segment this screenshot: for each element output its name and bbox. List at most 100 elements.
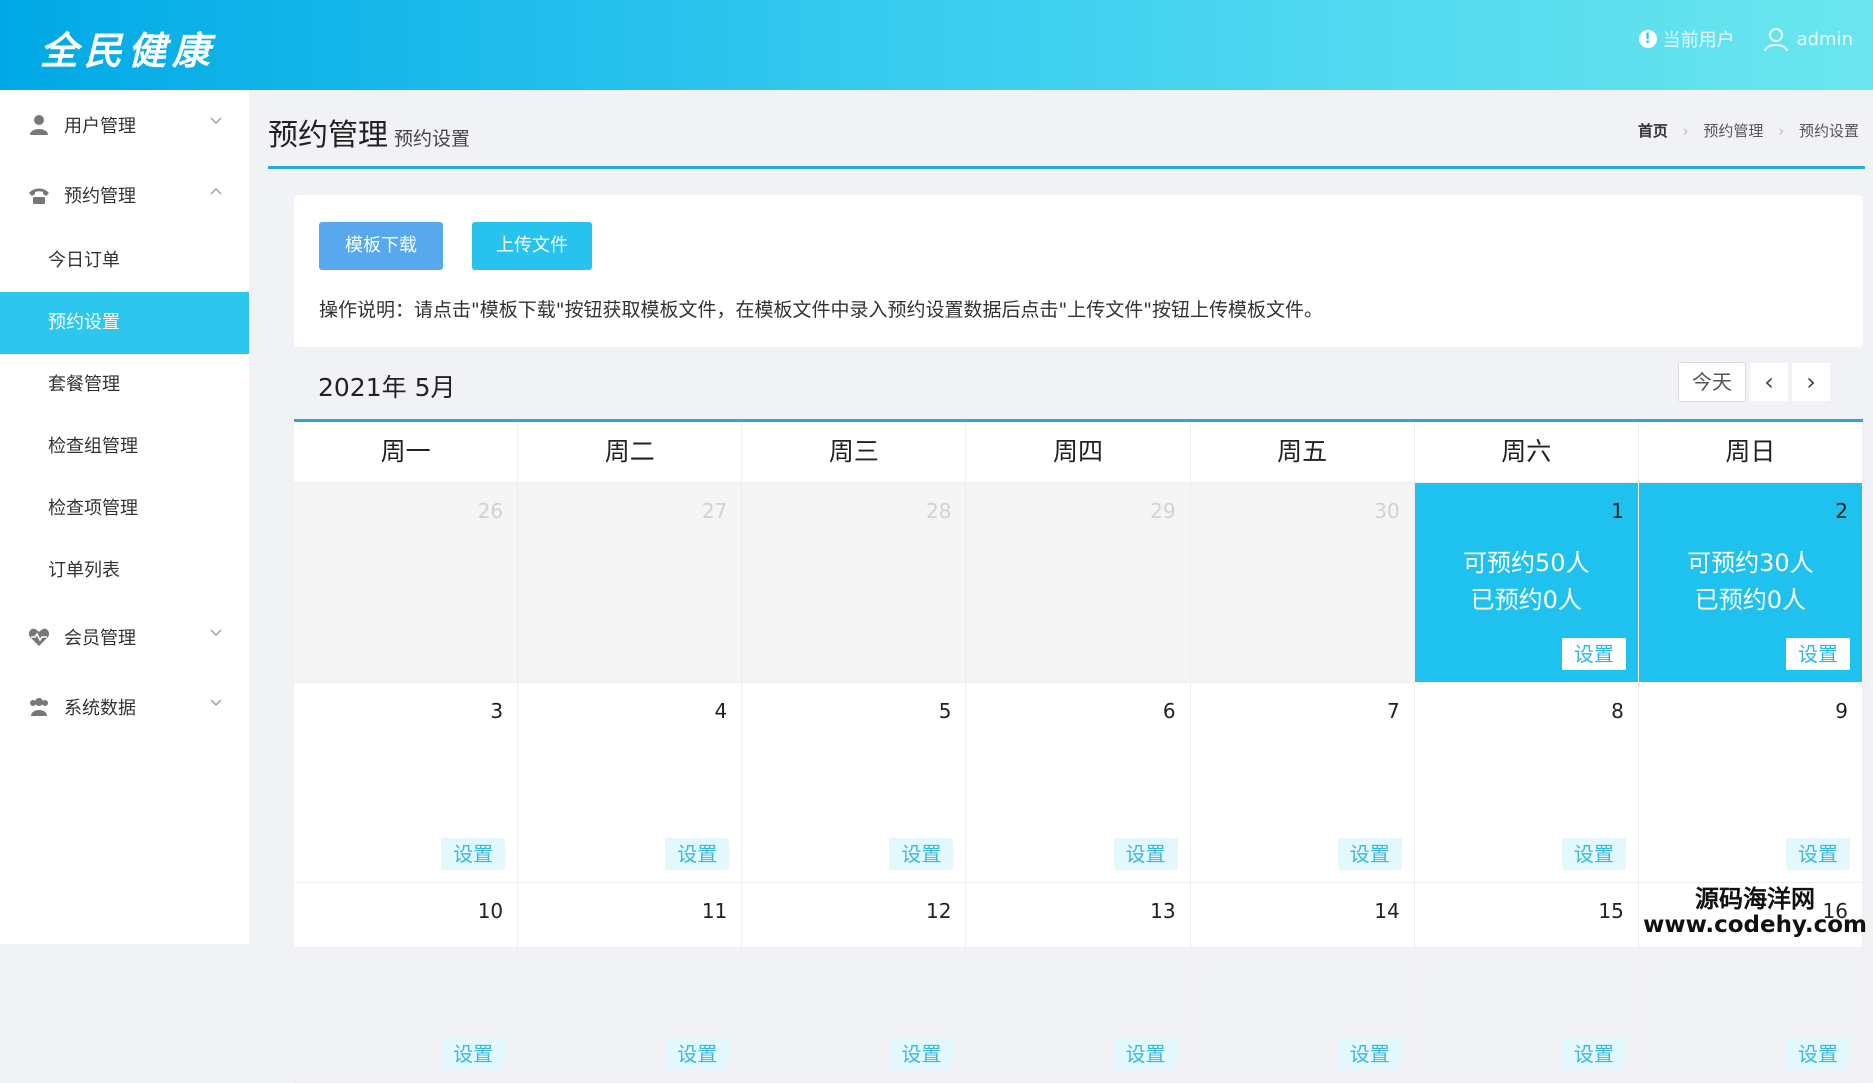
set-capacity-button[interactable]: 设置 <box>441 1038 506 1070</box>
upload-file-button[interactable]: 上传文件 <box>472 222 592 270</box>
calendar-day-cell[interactable]: 26 <box>294 483 519 683</box>
user-avatar-icon[interactable] <box>1763 26 1789 52</box>
available-count: 可预约50人 <box>1463 549 1590 577</box>
weekday-label: 周日 <box>1639 422 1863 482</box>
set-capacity-button[interactable]: 设置 <box>1337 1038 1402 1070</box>
set-capacity-button[interactable]: 设置 <box>889 838 954 870</box>
calendar-day-cell[interactable]: 10 设置 <box>294 883 519 1083</box>
sidebar-group-system-data[interactable]: 系统数据 <box>0 672 249 742</box>
sidebar-group-label: 系统数据 <box>64 698 136 719</box>
sidebar-item-appointment-settings[interactable]: 预约设置 <box>0 292 249 354</box>
sidebar-item-packages[interactable]: 套餐管理 <box>0 354 249 416</box>
calendar-day-cell[interactable]: 14 设置 <box>1190 883 1415 1083</box>
set-capacity-button[interactable]: 设置 <box>1113 1038 1178 1070</box>
current-user-label: 当前用户 <box>1662 30 1735 51</box>
capacity-info: 可预约50人 已预约0人 <box>1415 545 1638 619</box>
breadcrumb-settings: 预约设置 <box>1798 122 1859 140</box>
set-capacity-button[interactable]: 设置 <box>1337 838 1402 870</box>
set-capacity-button[interactable]: 设置 <box>665 838 730 870</box>
day-number: 10 <box>477 899 504 923</box>
calendar-day-cell[interactable]: 28 <box>742 483 967 683</box>
calendar-nav: 今天 ‹ › <box>1678 362 1830 402</box>
calendar-day-cell[interactable]: 1 可预约50人 已预约0人 设置 <box>1414 483 1639 683</box>
set-capacity-button[interactable]: 设置 <box>1113 838 1178 870</box>
sidebar-group-users[interactable]: 用户管理 <box>0 90 249 160</box>
set-capacity-button[interactable]: 设置 <box>665 1038 730 1070</box>
set-capacity-button[interactable]: 设置 <box>1561 1038 1626 1070</box>
day-number: 11 <box>701 899 728 923</box>
day-number: 27 <box>701 499 728 523</box>
next-month-button[interactable]: › <box>1792 363 1830 401</box>
calendar-day-cell[interactable]: 7 设置 <box>1190 683 1415 883</box>
template-download-button[interactable]: 模板下载 <box>319 222 443 270</box>
day-number: 15 <box>1598 899 1624 923</box>
info-icon: ! <box>1638 30 1657 48</box>
calendar-grid: 26 27 28 29 30 1 可预约50人 已预约0人 设置 2 可预约30人 已预约0人 设置 3 设… <box>294 483 1863 1083</box>
sidebar-item-check-groups[interactable]: 检查组管理 <box>0 416 249 478</box>
day-number: 6 <box>1162 699 1176 723</box>
calendar-day-cell[interactable]: 30 <box>1190 483 1415 683</box>
weekday-label: 周五 <box>1191 422 1415 482</box>
day-number: 7 <box>1386 699 1400 723</box>
calendar-day-cell[interactable]: 12 设置 <box>742 883 967 1083</box>
chevron-down-icon <box>210 699 222 707</box>
sidebar-item-order-list[interactable]: 订单列表 <box>0 540 249 602</box>
sidebar-item-today-orders[interactable]: 今日订单 <box>0 230 249 292</box>
available-count: 可预约30人 <box>1687 549 1814 577</box>
breadcrumb-home[interactable]: 首页 <box>1638 122 1668 140</box>
calendar-day-cell[interactable]: 5 设置 <box>742 683 967 883</box>
calendar-day-cell[interactable]: 29 <box>966 483 1191 683</box>
set-capacity-button[interactable]: 设置 <box>1785 838 1850 870</box>
day-number: 9 <box>1835 699 1848 723</box>
calendar-day-cell[interactable]: 4 设置 <box>518 683 743 883</box>
prev-month-button[interactable]: ‹ <box>1750 363 1788 401</box>
sidebar-group-members[interactable]: 会员管理 <box>0 602 249 672</box>
calendar-day-cell[interactable]: 27 <box>518 483 743 683</box>
calendar-day-cell[interactable]: 8 设置 <box>1414 683 1639 883</box>
weekday-label: 周二 <box>518 422 743 482</box>
sidebar: 用户管理 预约管理 今日订单 预约设置 套餐管理 检查组管理 检查项管理 订单列… <box>0 90 249 944</box>
calendar-day-cell[interactable]: 13 设置 <box>966 883 1191 1083</box>
chevron-up-icon <box>210 187 222 195</box>
site-watermark: 源码海洋网 www.codehy.com <box>1643 886 1867 938</box>
top-header: 全民健康 ! 当前用户 admin <box>0 0 1873 90</box>
breadcrumb: 首页 › 预约管理 › 预约设置 <box>1638 120 1859 141</box>
user-icon <box>30 115 48 135</box>
set-capacity-button[interactable]: 设置 <box>1561 838 1626 870</box>
set-capacity-button[interactable]: 设置 <box>1561 638 1626 670</box>
calendar-day-cell[interactable]: 3 设置 <box>294 683 519 883</box>
username[interactable]: admin <box>1797 29 1853 50</box>
calendar-day-cell[interactable]: 6 设置 <box>966 683 1191 883</box>
calendar-day-cell[interactable]: 9 设置 <box>1638 683 1863 883</box>
watermark-line1: 源码海洋网 <box>1695 885 1816 913</box>
heartbeat-icon <box>28 628 50 646</box>
calendar-day-cell[interactable]: 11 设置 <box>518 883 743 1083</box>
weekday-label: 周三 <box>742 422 967 482</box>
set-capacity-button[interactable]: 设置 <box>441 838 506 870</box>
day-number: 30 <box>1374 499 1400 523</box>
today-button[interactable]: 今天 <box>1678 362 1746 402</box>
weekday-label: 周六 <box>1415 422 1639 482</box>
breadcrumb-appointments[interactable]: 预约管理 <box>1703 122 1763 140</box>
calendar-day-cell[interactable]: 15 设置 <box>1414 883 1639 1083</box>
calendar-weekday-header: 周一 周二 周三 周四 周五 周六 周日 <box>294 422 1863 483</box>
calendar-month-title: 2021年 5月 <box>318 373 456 402</box>
day-number: 5 <box>938 699 952 723</box>
set-capacity-button[interactable]: 设置 <box>1785 638 1850 670</box>
weekday-label: 周一 <box>294 422 519 482</box>
day-number: 28 <box>925 499 952 523</box>
set-capacity-button[interactable]: 设置 <box>889 1038 954 1070</box>
day-number: 26 <box>477 499 504 523</box>
action-panel: 模板下载 上传文件 操作说明：请点击"模板下载"按钮获取模板文件，在模板文件中录… <box>294 195 1863 347</box>
sidebar-item-check-items[interactable]: 检查项管理 <box>0 478 249 540</box>
calendar-day-cell[interactable]: 2 可预约30人 已预约0人 设置 <box>1638 483 1863 683</box>
day-number: 14 <box>1374 899 1400 923</box>
instruction-text: 操作说明：请点击"模板下载"按钮获取模板文件，在模板文件中录入预约设置数据后点击… <box>319 299 1323 321</box>
day-number: 8 <box>1611 699 1624 723</box>
set-capacity-button[interactable]: 设置 <box>1785 1038 1850 1070</box>
chevron-down-icon <box>210 117 222 125</box>
watermark-line2: www.codehy.com <box>1643 912 1867 938</box>
capacity-info: 可预约30人 已预约0人 <box>1639 545 1862 619</box>
users-icon <box>30 698 48 716</box>
sidebar-group-appointments[interactable]: 预约管理 <box>0 160 249 230</box>
